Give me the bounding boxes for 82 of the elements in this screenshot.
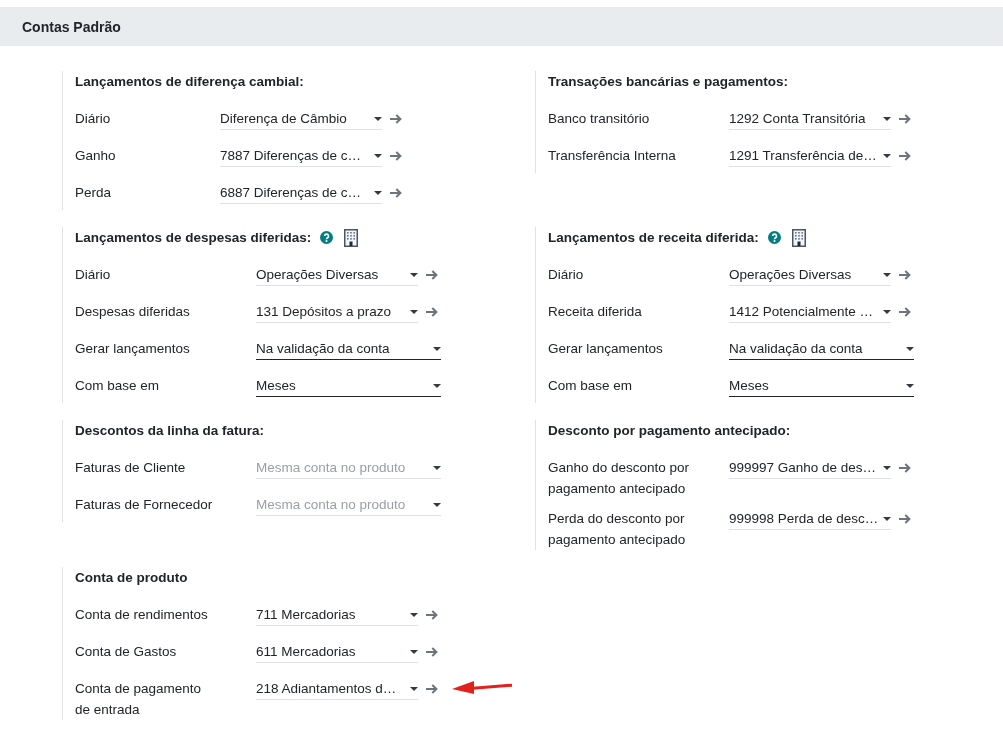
arrow-right-icon[interactable] xyxy=(899,151,911,161)
field-label: Conta de pagamento de entrada xyxy=(75,681,202,717)
field-label: Diário xyxy=(75,111,111,126)
dropdown-field[interactable]: Diferença de Câmbio xyxy=(220,108,382,130)
arrow-right-icon[interactable] xyxy=(390,151,402,161)
field-label: Conta de Gastos xyxy=(75,644,177,659)
group-title: Transações bancárias e pagamentos: xyxy=(548,73,789,91)
group-title: Conta de produto xyxy=(75,569,188,587)
caret-down-icon xyxy=(433,502,441,507)
caret-down-icon xyxy=(906,383,914,388)
group-title: Lançamentos de diferença cambial: xyxy=(75,73,304,91)
dropdown-field[interactable]: 131 Depósitos a prazo xyxy=(256,301,418,323)
dropdown-field[interactable]: 1291 Transferência de… xyxy=(729,145,891,167)
field-label: Faturas de Fornecedor xyxy=(75,497,213,512)
field-label: Perda xyxy=(75,185,112,200)
help-icon[interactable] xyxy=(320,231,334,244)
field-label: Transferência Interna xyxy=(548,148,676,163)
arrow-right-icon[interactable] xyxy=(390,188,402,198)
dropdown-field[interactable]: 711 Mercadorias xyxy=(256,604,418,626)
field-label: Faturas de Cliente xyxy=(75,460,186,475)
dropdown-field[interactable]: Operações Diversas xyxy=(729,264,891,286)
caret-down-icon xyxy=(374,153,382,158)
caret-down-icon xyxy=(410,309,418,314)
arrow-right-icon[interactable] xyxy=(899,307,911,317)
field-label: Com base em xyxy=(75,378,160,393)
caret-down-icon xyxy=(906,346,914,351)
field-label: Despesas diferidas xyxy=(75,304,190,319)
caret-down-icon xyxy=(883,516,891,521)
caret-down-icon xyxy=(883,153,891,158)
field-label: Receita diferida xyxy=(548,304,642,319)
dropdown-field[interactable]: 6887 Diferenças de c… xyxy=(220,182,382,204)
arrow-right-icon[interactable] xyxy=(899,514,911,524)
caret-down-icon xyxy=(374,116,382,121)
field-label: Ganho xyxy=(75,148,116,163)
select-field[interactable]: Meses xyxy=(729,375,914,397)
field-label: Perda do desconto por pagamento antecipado xyxy=(548,511,686,547)
arrow-right-icon[interactable] xyxy=(899,463,911,473)
dropdown-field[interactable]: 999998 Perda de desc… xyxy=(729,508,891,530)
caret-down-icon xyxy=(410,649,418,654)
field-label: Conta de rendimentos xyxy=(75,607,208,622)
field-label: Banco transitório xyxy=(548,111,650,126)
arrow-right-icon[interactable] xyxy=(426,610,438,620)
field-label: Diário xyxy=(75,267,111,282)
select-field[interactable]: Na validação da conta xyxy=(256,338,441,360)
help-icon[interactable] xyxy=(767,231,781,244)
arrow-right-icon[interactable] xyxy=(426,647,438,657)
dropdown-field[interactable]: 1412 Potencialmente … xyxy=(729,301,891,323)
caret-down-icon xyxy=(433,465,441,470)
dropdown-field[interactable]: 1292 Conta Transitória xyxy=(729,108,891,130)
dropdown-field[interactable]: 7887 Diferenças de c… xyxy=(220,145,382,167)
caret-down-icon xyxy=(433,383,441,388)
group-title: Lançamentos de receita diferida: xyxy=(548,229,759,247)
caret-down-icon xyxy=(374,190,382,195)
field-label: Com base em xyxy=(548,378,633,393)
group-title: Desconto por pagamento antecipado: xyxy=(548,422,791,440)
caret-down-icon xyxy=(410,612,418,617)
field-label: Diário xyxy=(548,267,584,282)
arrow-right-icon[interactable] xyxy=(899,270,911,280)
select-field[interactable]: Na validação da conta xyxy=(729,338,914,360)
caret-down-icon xyxy=(883,272,891,277)
arrow-right-icon[interactable] xyxy=(426,307,438,317)
caret-down-icon xyxy=(410,686,418,691)
field-label: Gerar lançamentos xyxy=(548,341,663,356)
dropdown-field[interactable]: 999997 Ganho de des… xyxy=(729,457,891,479)
caret-down-icon xyxy=(883,116,891,121)
caret-down-icon xyxy=(410,272,418,277)
dropdown-field[interactable]: 611 Mercadorias xyxy=(256,641,418,663)
caret-down-icon xyxy=(883,309,891,314)
field-label: Gerar lançamentos xyxy=(75,341,190,356)
arrow-right-icon[interactable] xyxy=(899,114,911,124)
field-label: Ganho do desconto por pagamento antecipado xyxy=(548,460,690,496)
group-title: Lançamentos de despesas diferidas: xyxy=(75,229,312,247)
group-title: Descontos da linha da fatura: xyxy=(75,422,265,440)
arrow-right-icon[interactable] xyxy=(426,684,438,694)
dropdown-field[interactable]: Operações Diversas xyxy=(256,264,418,286)
select-field[interactable]: Meses xyxy=(256,375,441,397)
caret-down-icon xyxy=(433,346,441,351)
caret-down-icon xyxy=(883,465,891,470)
arrow-right-icon[interactable] xyxy=(390,114,402,124)
section-title: Contas Padrão xyxy=(22,18,121,35)
arrow-right-icon[interactable] xyxy=(426,270,438,280)
dropdown-field[interactable]: 218 Adiantamentos d… xyxy=(256,678,418,700)
